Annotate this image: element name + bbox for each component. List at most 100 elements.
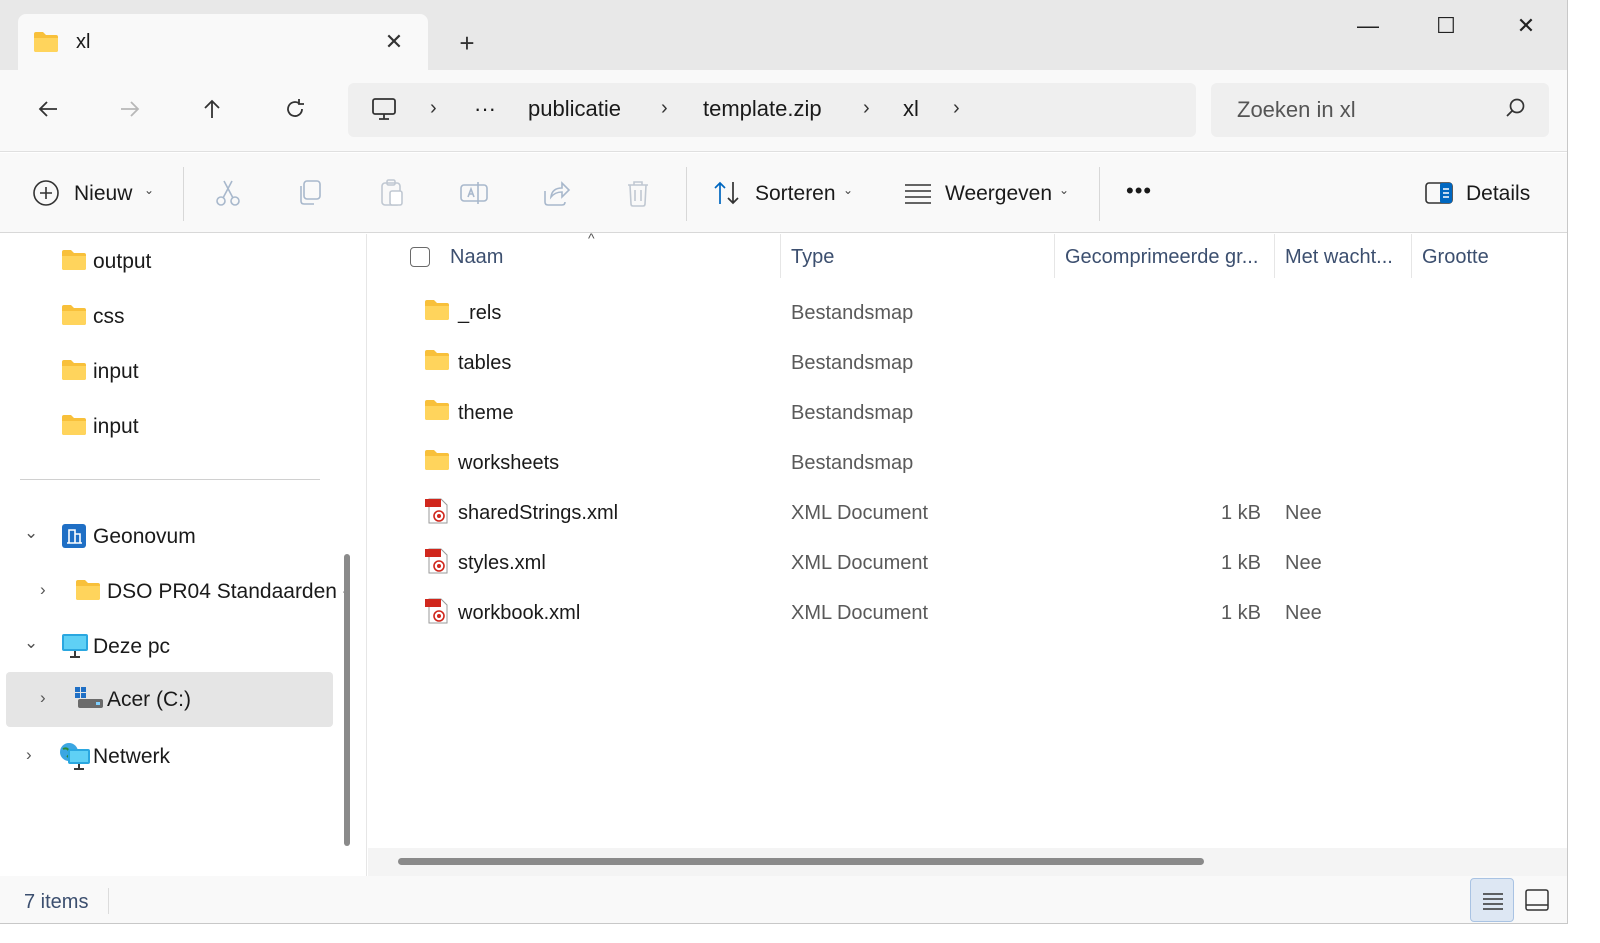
sidebar-item-this-pc[interactable]: ⌄ Deze pc bbox=[6, 621, 333, 673]
chevron-down-icon[interactable]: ⌄ bbox=[24, 523, 38, 543]
view-button[interactable]: Weergeven ⌄ bbox=[903, 175, 1078, 211]
file-type: Bestandsmap bbox=[791, 402, 914, 424]
forward-button[interactable] bbox=[110, 92, 150, 132]
navigation-bar: › ··· publicatie › template.zip › xl › Z… bbox=[0, 70, 1567, 152]
more-options-button[interactable]: ••• bbox=[1126, 175, 1166, 211]
file-row-worksheets[interactable]: worksheets Bestandsmap bbox=[368, 439, 1567, 489]
sidebar-item-input-2[interactable]: input bbox=[6, 401, 333, 453]
title-bar: xl ✕ + — ☐ ✕ bbox=[0, 0, 1567, 70]
search-icon bbox=[1505, 97, 1527, 124]
breadcrumb-separator: › bbox=[661, 97, 668, 119]
file-type: Bestandsmap bbox=[791, 302, 914, 324]
folder-icon bbox=[424, 399, 450, 426]
file-row-tables[interactable]: tables Bestandsmap bbox=[368, 339, 1567, 389]
details-label: Details bbox=[1466, 182, 1531, 205]
sidebar-item-label: DSO PR04 Standaarden - bbox=[107, 580, 350, 603]
tiles-view-button[interactable] bbox=[1516, 878, 1560, 922]
sidebar-item-css[interactable]: css bbox=[6, 291, 333, 343]
sidebar-item-geonovum[interactable]: ⌄ Geonovum bbox=[6, 511, 333, 563]
pane-splitter[interactable] bbox=[366, 234, 367, 876]
details-view-icon bbox=[1483, 893, 1503, 910]
rename-button[interactable] bbox=[458, 177, 492, 211]
column-header-size[interactable]: Grootte bbox=[1422, 246, 1489, 269]
file-type: XML Document bbox=[791, 502, 929, 524]
sidebar-item-label: input bbox=[93, 415, 139, 438]
horizontal-scrollbar-thumb[interactable] bbox=[398, 858, 1204, 865]
sidebar-item-label: Netwerk bbox=[93, 745, 171, 768]
breadcrumb-overflow-button[interactable]: ··· bbox=[474, 96, 496, 122]
breadcrumb-item-xl[interactable]: xl bbox=[903, 96, 919, 122]
paste-button[interactable] bbox=[376, 177, 410, 211]
computer-icon bbox=[61, 633, 89, 664]
select-all-checkbox[interactable] bbox=[410, 247, 430, 267]
column-divider[interactable] bbox=[1054, 234, 1055, 278]
file-row-rels[interactable]: _rels Bestandsmap bbox=[368, 289, 1567, 339]
column-header-password[interactable]: Met wacht... bbox=[1285, 246, 1393, 269]
column-divider[interactable] bbox=[1274, 234, 1275, 278]
file-list: ^ Naam Type Gecomprimeerde gr... Met wac… bbox=[368, 230, 1567, 876]
column-header-compressed-size[interactable]: Gecomprimeerde gr... bbox=[1065, 246, 1258, 269]
details-pane-button[interactable]: Details bbox=[1424, 175, 1534, 211]
column-divider[interactable] bbox=[1411, 234, 1412, 278]
command-bar: Nieuw ⌄ Sorteren ⌄ Weergeven ⌄ ••• Detai… bbox=[0, 153, 1567, 233]
arrow-left-icon bbox=[38, 101, 57, 117]
file-row-theme[interactable]: theme Bestandsmap bbox=[368, 389, 1567, 439]
clipboard-icon bbox=[381, 179, 403, 206]
breadcrumb-item-template-zip[interactable]: template.zip bbox=[703, 96, 822, 122]
new-tab-button[interactable]: + bbox=[452, 28, 482, 58]
sidebar-scrollbar[interactable] bbox=[344, 554, 350, 846]
details-view-button[interactable] bbox=[1470, 878, 1514, 922]
horizontal-scrollbar-track[interactable] bbox=[368, 848, 1567, 876]
sidebar-divider bbox=[20, 479, 320, 480]
refresh-button[interactable] bbox=[275, 92, 315, 132]
minimize-button[interactable]: — bbox=[1348, 8, 1388, 44]
chevron-right-icon[interactable]: › bbox=[40, 580, 46, 600]
cut-button[interactable] bbox=[212, 177, 246, 211]
sidebar-item-label: Geonovum bbox=[93, 525, 196, 548]
breadcrumb-item-publicatie[interactable]: publicatie bbox=[528, 96, 621, 122]
copy-button[interactable] bbox=[294, 177, 328, 211]
folder-icon bbox=[75, 579, 101, 606]
sidebar-item-output[interactable]: output bbox=[6, 236, 333, 288]
trash-icon bbox=[628, 181, 648, 207]
sort-button[interactable]: Sorteren ⌄ bbox=[712, 175, 862, 211]
close-tab-icon[interactable]: ✕ bbox=[380, 28, 408, 56]
chevron-right-icon[interactable]: › bbox=[26, 745, 32, 765]
sidebar-item-label: css bbox=[93, 305, 125, 328]
sidebar-item-acer-c[interactable]: › Acer (C:) bbox=[6, 672, 333, 727]
file-row-styles[interactable]: styles.xml XML Document 1 kB Nee bbox=[368, 539, 1567, 589]
column-divider[interactable] bbox=[780, 234, 781, 278]
column-header-type[interactable]: Type bbox=[791, 246, 834, 269]
file-name: worksheets bbox=[458, 452, 560, 474]
file-type: XML Document bbox=[791, 552, 929, 574]
chevron-right-icon[interactable]: › bbox=[40, 688, 46, 708]
file-row-sharedstrings[interactable]: sharedStrings.xml XML Document 1 kB Nee bbox=[368, 489, 1567, 539]
sidebar-item-network[interactable]: › Netwerk bbox=[6, 731, 333, 783]
sort-label: Sorteren bbox=[755, 182, 836, 205]
column-header-name[interactable]: Naam bbox=[450, 246, 503, 269]
file-row-workbook[interactable]: workbook.xml XML Document 1 kB Nee bbox=[368, 589, 1567, 639]
sidebar-item-input[interactable]: input bbox=[6, 346, 333, 398]
maximize-button[interactable]: ☐ bbox=[1426, 8, 1466, 44]
file-compressed-size: 1 kB bbox=[1220, 602, 1261, 624]
status-bar: 7 items bbox=[0, 876, 1567, 923]
delete-button[interactable] bbox=[622, 177, 656, 211]
up-button[interactable] bbox=[192, 92, 232, 132]
tab-xl[interactable]: xl ✕ bbox=[18, 14, 428, 70]
close-window-button[interactable]: ✕ bbox=[1506, 8, 1546, 44]
file-name: theme bbox=[458, 402, 514, 424]
folder-icon bbox=[33, 31, 59, 58]
sort-icon bbox=[714, 181, 739, 205]
sidebar-item-dso-pr04[interactable]: › DSO PR04 Standaarden - bbox=[6, 566, 350, 618]
folder-icon bbox=[424, 449, 450, 476]
share-button[interactable] bbox=[540, 177, 574, 211]
back-button[interactable] bbox=[28, 92, 68, 132]
drive-icon bbox=[74, 686, 104, 715]
toolbar-divider bbox=[686, 167, 687, 221]
search-input[interactable]: Zoeken in xl bbox=[1211, 83, 1549, 137]
breadcrumb-separator[interactable]: › bbox=[953, 97, 960, 120]
more-icon: ••• bbox=[1126, 178, 1153, 203]
chevron-down-icon[interactable]: ⌄ bbox=[24, 633, 38, 653]
new-button[interactable]: Nieuw ⌄ bbox=[32, 175, 162, 211]
address-bar[interactable]: › ··· publicatie › template.zip › xl › bbox=[348, 83, 1196, 137]
